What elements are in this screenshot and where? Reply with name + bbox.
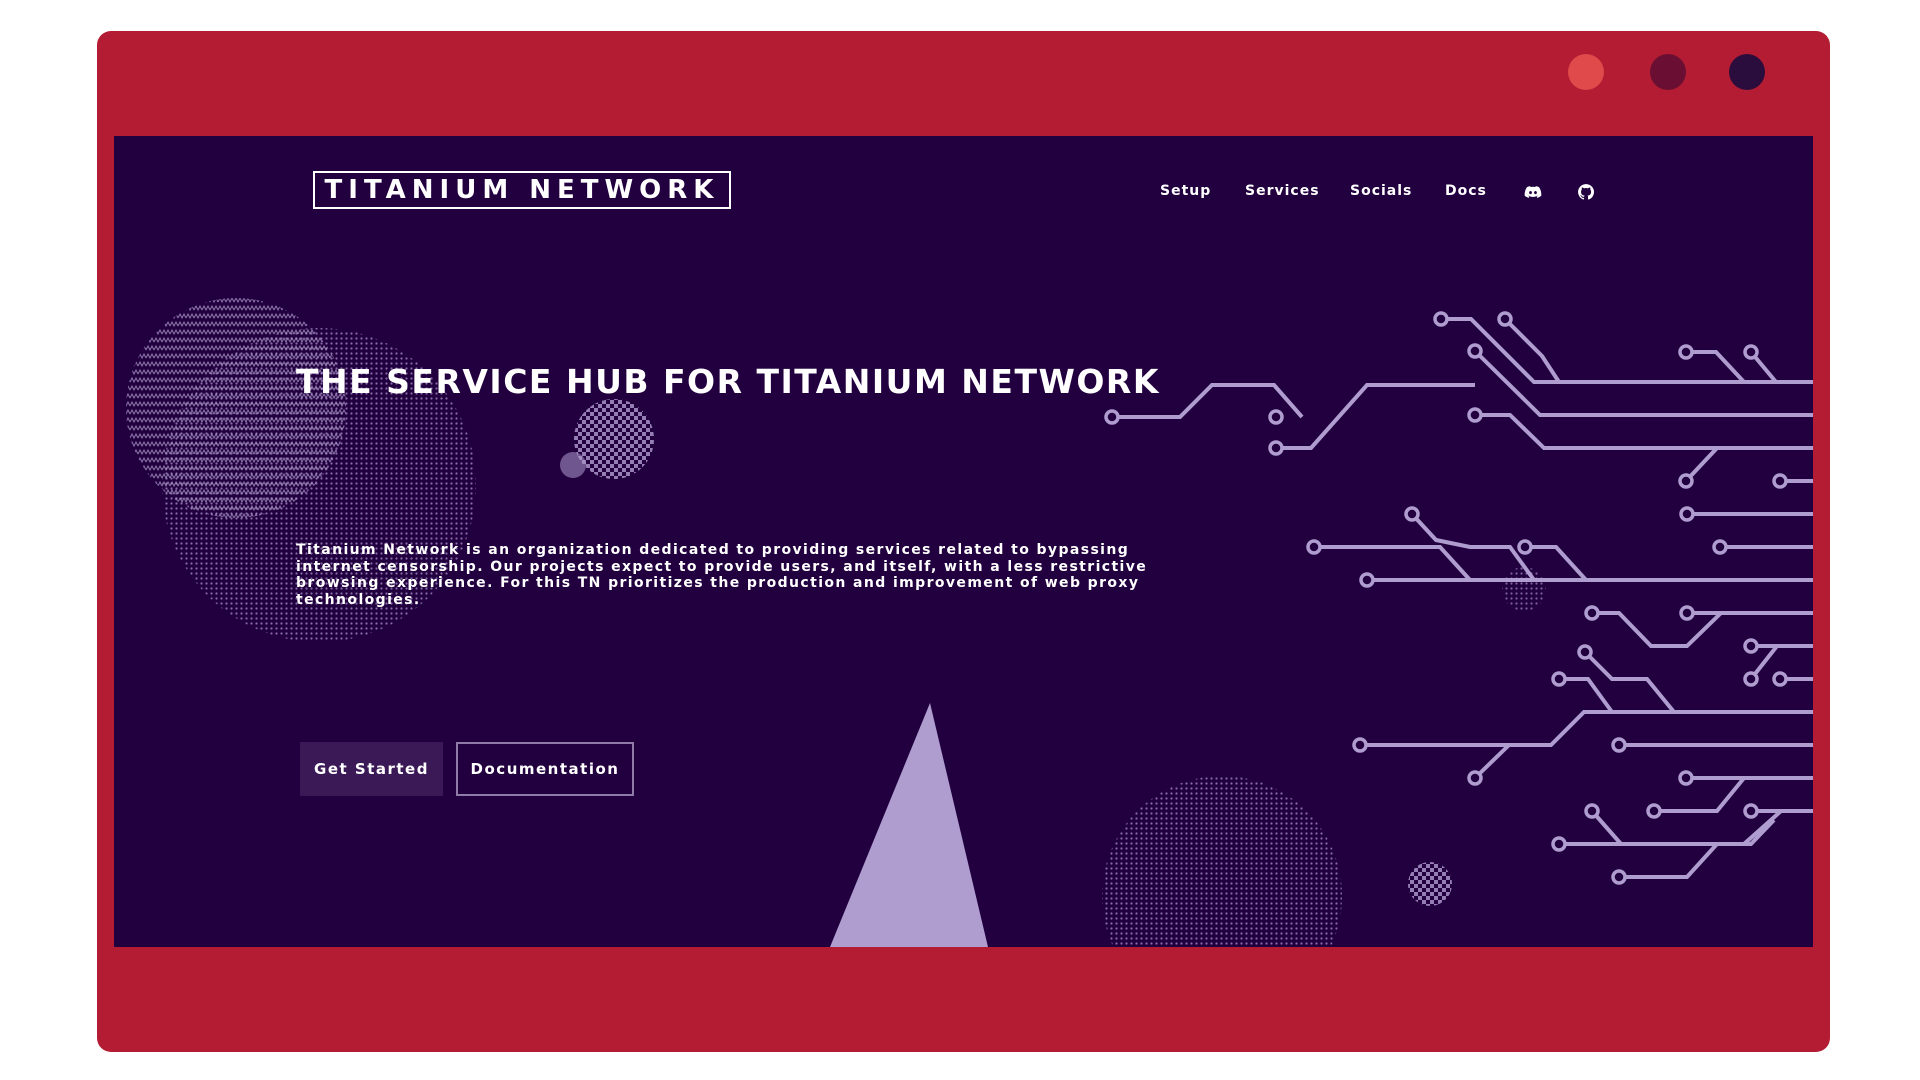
maximize-dot[interactable] [1729,54,1765,90]
close-dot[interactable] [1568,54,1604,90]
discord-icon[interactable] [1524,183,1542,201]
nav-services[interactable]: Services [1245,183,1320,199]
pattern-circle-bottom [1102,776,1342,947]
solid-dot [560,452,586,478]
top-nav: Setup Services Socials Docs [114,183,1813,203]
nav-setup[interactable]: Setup [1160,183,1211,199]
github-icon[interactable] [1577,183,1595,201]
checker-circle-bottom [1408,862,1452,906]
triangle-shape [830,703,988,947]
pattern-dot-circuit [1502,567,1546,611]
hero-description: Titanium Network is an organization dedi… [296,542,1148,608]
hero-title: THE SERVICE HUB FOR TITANIUM NETWORK [296,362,1160,401]
documentation-button[interactable]: Documentation [456,742,634,796]
checker-circle-small [574,399,654,479]
website-viewport: TITANIUM NETWORK Setup Services Socials … [114,136,1813,947]
minimize-dot[interactable] [1650,54,1686,90]
nav-socials[interactable]: Socials [1350,183,1412,199]
nav-docs[interactable]: Docs [1445,183,1487,199]
get-started-button[interactable]: Get Started [300,742,443,796]
